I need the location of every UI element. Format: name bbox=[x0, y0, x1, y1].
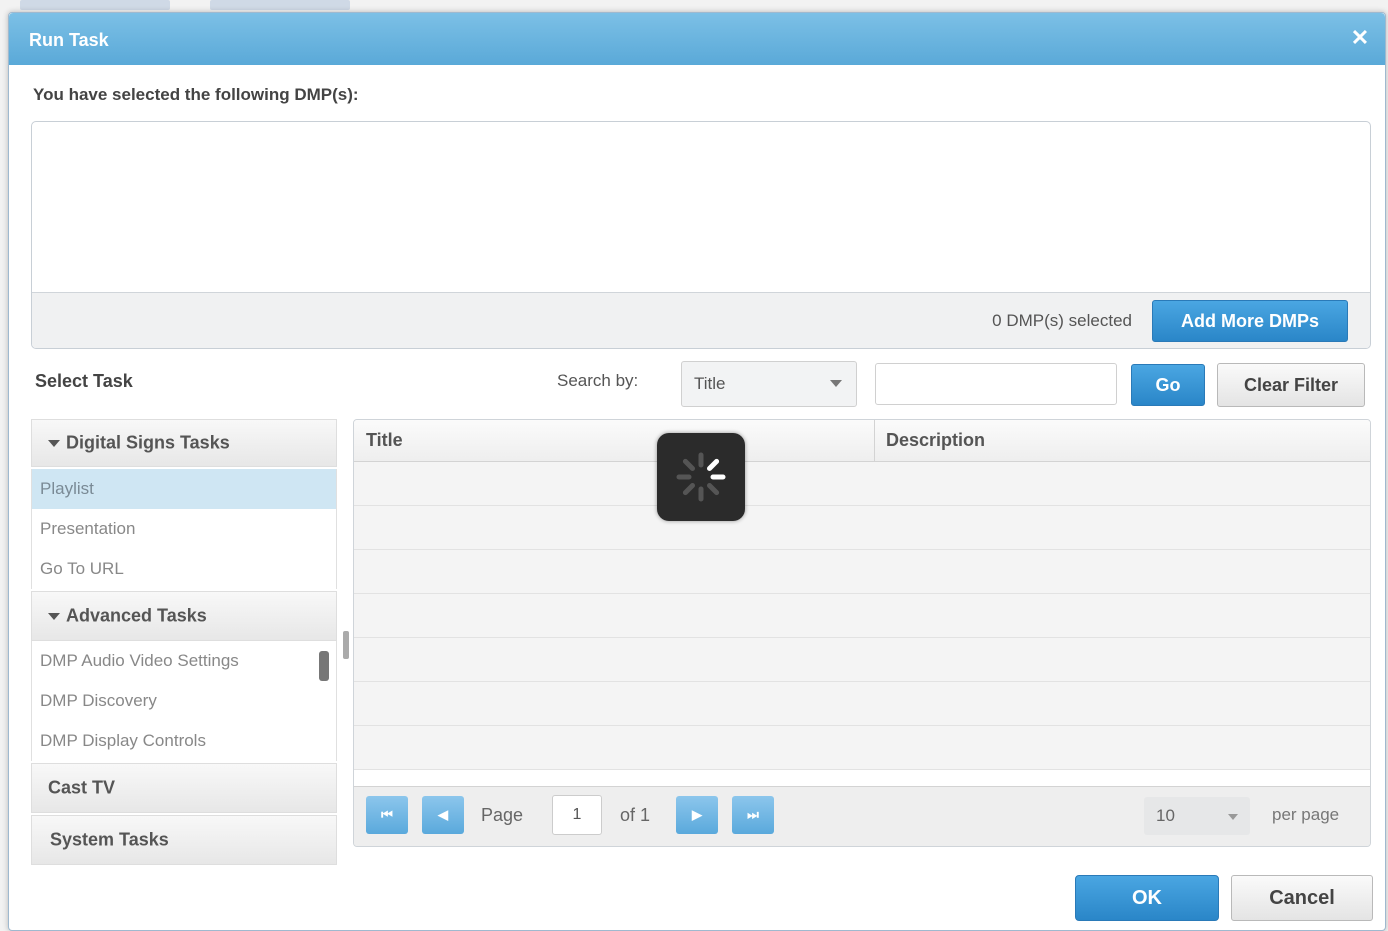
task-item-dmp-discovery[interactable]: DMP Discovery bbox=[31, 681, 337, 721]
prev-page-icon: ◀ bbox=[438, 807, 448, 822]
task-grid: Title Description ⏮ ◀ Page of 1 ▶ ⏭ bbox=[353, 419, 1371, 847]
column-divider[interactable] bbox=[874, 420, 875, 462]
task-list-scrollbar[interactable] bbox=[319, 651, 329, 681]
group-header-system-tasks[interactable]: System Tasks bbox=[31, 815, 337, 865]
search-input[interactable] bbox=[875, 363, 1117, 405]
cancel-button[interactable]: Cancel bbox=[1231, 875, 1373, 921]
first-page-icon: ⏮ bbox=[381, 807, 393, 822]
close-icon[interactable]: ✕ bbox=[1349, 27, 1371, 49]
last-page-icon: ⏭ bbox=[747, 807, 759, 822]
chevron-down-icon bbox=[830, 380, 842, 387]
background-tab bbox=[20, 0, 170, 10]
dialog-title: Run Task bbox=[29, 30, 109, 50]
dmp-list-footer: 0 DMP(s) selected Add More DMPs bbox=[32, 292, 1370, 348]
column-header-description[interactable]: Description bbox=[886, 430, 985, 451]
grid-header: Title Description bbox=[354, 420, 1370, 462]
loading-spinner bbox=[657, 433, 745, 521]
group-label: Cast TV bbox=[48, 777, 116, 798]
first-page-button[interactable]: ⏮ bbox=[366, 796, 408, 834]
clear-filter-button[interactable]: Clear Filter bbox=[1217, 363, 1365, 407]
select-task-label: Select Task bbox=[35, 371, 133, 391]
group-label: Advanced Tasks bbox=[66, 605, 207, 626]
search-by-dropdown[interactable]: Title bbox=[681, 361, 857, 407]
group-header-advanced-tasks[interactable]: Advanced Tasks bbox=[31, 591, 337, 641]
group-label: System Tasks bbox=[50, 829, 169, 850]
ok-button[interactable]: OK bbox=[1075, 875, 1219, 921]
column-header-title[interactable]: Title bbox=[366, 430, 403, 451]
prev-page-button[interactable]: ◀ bbox=[422, 796, 464, 834]
per-page-value: 10 bbox=[1156, 806, 1175, 825]
group-header-cast-tv[interactable]: Cast TV bbox=[31, 763, 337, 813]
task-list-panel: Digital Signs Tasks Playlist Presentatio… bbox=[31, 419, 337, 871]
page-label: Page bbox=[481, 805, 524, 825]
group-header-digital-signs-tasks[interactable]: Digital Signs Tasks bbox=[31, 419, 337, 467]
page-total-label: of 1 bbox=[620, 805, 651, 825]
search-by-label: Search by: bbox=[557, 371, 639, 390]
caret-down-icon bbox=[48, 613, 60, 620]
table-row bbox=[354, 550, 1370, 594]
go-button[interactable]: Go bbox=[1131, 364, 1205, 406]
pagination-bar: ⏮ ◀ Page of 1 ▶ ⏭ 10 per page bbox=[354, 786, 1370, 846]
last-page-button[interactable]: ⏭ bbox=[732, 796, 774, 834]
caret-down-icon bbox=[48, 440, 60, 447]
table-row bbox=[354, 594, 1370, 638]
task-item-dmp-audio-video-settings[interactable]: DMP Audio Video Settings bbox=[31, 641, 337, 681]
add-more-dmps-button[interactable]: Add More DMPs bbox=[1152, 300, 1348, 342]
task-item-dmp-display-controls[interactable]: DMP Display Controls bbox=[31, 721, 337, 761]
task-item-go-to-url[interactable]: Go To URL bbox=[31, 549, 337, 589]
background-tab bbox=[210, 0, 350, 10]
table-row bbox=[354, 506, 1370, 550]
run-task-dialog: Run Task ✕ You have selected the followi… bbox=[8, 12, 1386, 931]
task-item-playlist[interactable]: Playlist bbox=[31, 469, 337, 509]
chevron-down-icon bbox=[1228, 814, 1238, 820]
next-page-icon: ▶ bbox=[692, 807, 702, 822]
dialog-titlebar: Run Task ✕ bbox=[9, 13, 1385, 65]
search-by-value: Title bbox=[694, 374, 726, 393]
selected-dmps-list: 0 DMP(s) selected Add More DMPs bbox=[31, 121, 1371, 349]
per-page-dropdown[interactable]: 10 bbox=[1144, 797, 1250, 835]
group-label: Digital Signs Tasks bbox=[66, 432, 230, 453]
table-row bbox=[354, 638, 1370, 682]
spinner-icon bbox=[676, 452, 726, 502]
selected-dmps-label: You have selected the following DMP(s): bbox=[33, 85, 359, 104]
table-row bbox=[354, 462, 1370, 506]
per-page-label: per page bbox=[1272, 805, 1340, 824]
dmp-count-text: 0 DMP(s) selected bbox=[992, 311, 1132, 330]
panel-splitter[interactable] bbox=[343, 631, 349, 659]
page-number-input[interactable] bbox=[552, 795, 602, 835]
table-row bbox=[354, 682, 1370, 726]
task-item-presentation[interactable]: Presentation bbox=[31, 509, 337, 549]
next-page-button[interactable]: ▶ bbox=[676, 796, 718, 834]
table-row bbox=[354, 726, 1370, 770]
